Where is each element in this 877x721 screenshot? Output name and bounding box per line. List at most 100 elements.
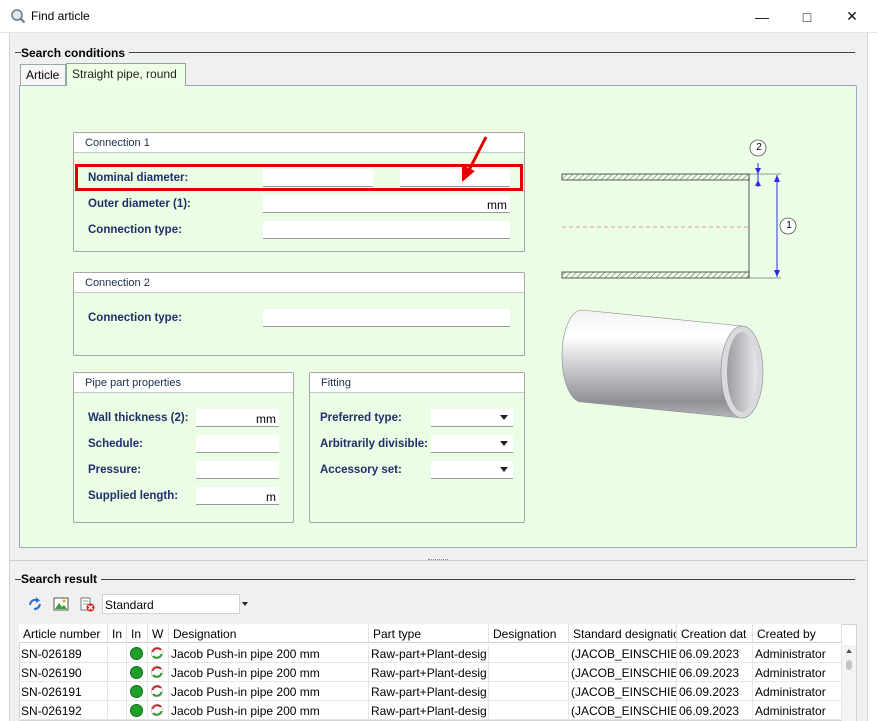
chevron-down-icon [500,415,508,420]
table-cell: Raw-part+Plant-desig [369,701,489,720]
pipe-section-diagram [561,139,797,279]
wall-thickness-label: Wall thickness (2): [88,412,189,424]
scroll-thumb[interactable] [846,660,852,670]
vertical-scrollbar[interactable] [842,645,856,721]
preferred-type-select[interactable] [431,409,513,427]
column-header[interactable]: Designation [169,624,369,643]
table-cell: 06.09.2023 [677,701,753,720]
connection-type-input-1[interactable] [263,221,510,239]
image-icon[interactable] [53,596,69,612]
callout-1: 1 [786,220,792,231]
table-cell: SN-026190 [19,663,108,682]
swap-arrows-icon [150,646,164,660]
status-dot-icon [130,704,143,717]
window-title: Find article [31,9,90,23]
wall-thickness-input[interactable]: mm [196,409,279,427]
table-cell: Raw-part+Plant-desig [369,682,489,701]
arbitrarily-divisible-label: Arbitrarily divisible: [320,438,429,450]
table-cell [148,663,169,682]
table-cell: Raw-part+Plant-desig [369,644,489,663]
table-cell [489,701,569,720]
table-cell [489,663,569,682]
refresh-icon[interactable] [27,596,43,612]
section-divider [15,52,855,53]
pressure-input[interactable] [196,461,279,479]
column-header[interactable]: Created by [753,624,842,643]
schedule-label: Schedule: [88,438,143,450]
pressure-label: Pressure: [88,464,142,476]
column-header[interactable]: Designation [489,624,569,643]
table-cell [108,701,127,720]
table-cell [127,701,148,720]
tab-article[interactable]: Article [20,64,66,86]
outer-diameter-input[interactable]: mm [263,195,510,213]
table-cell [127,644,148,663]
table-row[interactable]: SN-026191 Jacob Push-in pipe 200 mm Raw-pa… [19,682,842,701]
table-cell: SN-026192 [19,701,108,720]
maximize-icon[interactable]: □ [784,0,830,33]
pipe-3d-image [561,309,764,419]
table-cell [108,682,127,701]
table-cell [127,682,148,701]
column-header[interactable]: W [148,624,169,643]
table-cell [148,682,169,701]
table-cell: Administrator [753,682,842,701]
table-row[interactable]: SN-026189 Jacob Push-in pipe 200 mm Raw-pa… [19,644,842,663]
schedule-input[interactable] [196,435,279,453]
supplied-length-input[interactable]: m [196,487,279,505]
table-cell: Administrator [753,701,842,720]
scroll-up-icon[interactable] [846,649,852,653]
callout-2: 2 [756,142,762,153]
table-cell [148,701,169,720]
accessory-set-label: Accessory set: [320,464,402,476]
chevron-down-icon [500,441,508,446]
connection2-title: Connection 2 [74,273,524,293]
minimize-icon[interactable]: — [739,0,785,33]
section-divider [15,579,855,580]
table-cell: 06.09.2023 [677,663,753,682]
table-cell: SN-026191 [19,682,108,701]
table-cell [108,644,127,663]
column-header[interactable]: In [127,624,148,643]
close-icon[interactable]: ✕ [829,0,875,33]
table-cell [148,644,169,663]
delete-icon[interactable] [79,596,95,612]
table-cell: (JACOB_EINSCHIEBR [569,682,677,701]
column-header[interactable]: Standard designatio [569,624,677,643]
table-cell: 06.09.2023 [677,682,753,701]
table-cell: Administrator [753,644,842,663]
table-cell: (JACOB_EINSCHIEBR [569,663,677,682]
connection-type-input-2[interactable] [263,309,510,327]
accessory-set-select[interactable] [431,461,513,479]
result-grid-content: Article number In In W Designation Part type D… [19,624,842,721]
tab-straight-pipe[interactable]: Straight pipe, round [66,63,186,86]
search-conditions-title: Search conditions [21,46,130,60]
chevron-down-icon[interactable] [242,602,248,606]
arbitrarily-divisible-select[interactable] [431,435,513,453]
connection-type-label-2: Connection type: [88,312,182,324]
table-cell: (JACOB_EINSCHIEBR [569,701,677,720]
table-cell [108,663,127,682]
preferred-type-label: Preferred type: [320,412,402,424]
pipe-part-title: Pipe part properties [74,373,293,393]
column-header[interactable]: Part type [369,624,489,643]
fitting-title: Fitting [310,373,524,393]
swap-arrows-icon [150,703,164,717]
column-header[interactable]: In [108,624,127,643]
table-cell [127,663,148,682]
column-header[interactable]: Creation dat [677,624,753,643]
table-cell: Jacob Push-in pipe 200 mm [169,701,369,720]
table-cell: Administrator [753,663,842,682]
table-cell: Raw-part+Plant-desig [369,663,489,682]
table-cell [489,682,569,701]
view-select[interactable]: Standard [102,594,240,614]
connection-type-label-1: Connection type: [88,224,182,236]
app-search-icon [11,9,26,24]
pointer-arrow-icon [462,136,488,182]
status-dot-icon [130,647,143,660]
column-header[interactable]: Article number [19,624,108,643]
splitter-grip[interactable] [428,559,448,562]
table-row[interactable]: SN-026190 Jacob Push-in pipe 200 mm Raw-pa… [19,663,842,682]
table-row[interactable]: SN-026192 Jacob Push-in pipe 200 mm Raw-pa… [19,701,842,720]
status-dot-icon [130,685,143,698]
